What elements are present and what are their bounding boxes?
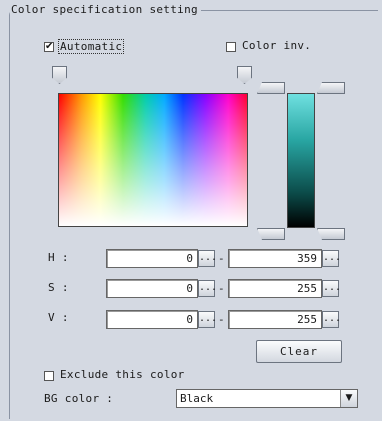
v-label: V : xyxy=(48,311,69,324)
value-bar[interactable] xyxy=(287,93,315,228)
v-max-field[interactable]: 255 xyxy=(228,310,322,329)
h-min-field[interactable]: 0 xyxy=(106,249,198,268)
bg-color-label: BG color : xyxy=(44,392,114,405)
v-min-browse-button[interactable]: ... xyxy=(198,311,217,328)
h-max-field[interactable]: 359 xyxy=(228,249,322,268)
v-max-browse-button[interactable]: ... xyxy=(322,311,341,328)
automatic-label[interactable]: Automatic xyxy=(58,39,125,54)
bg-color-value: Black xyxy=(180,392,214,405)
color-inv-label[interactable]: Color inv. xyxy=(242,39,311,52)
h-range-dash: - xyxy=(218,252,225,265)
h-label: H : xyxy=(48,251,69,264)
hue-saturation-picker[interactable] xyxy=(58,93,248,227)
automatic-checkbox[interactable]: ✔ xyxy=(44,42,54,52)
exclude-color-checkbox[interactable] xyxy=(44,371,54,381)
s-label: S : xyxy=(48,281,69,294)
chevron-down-icon[interactable]: ▼ xyxy=(340,390,357,407)
bg-color-select[interactable]: Black ▼ xyxy=(176,389,358,408)
v-min-field[interactable]: 0 xyxy=(106,310,198,329)
s-min-field[interactable]: 0 xyxy=(106,279,198,298)
color-inv-checkbox[interactable] xyxy=(226,42,236,52)
s-max-browse-button[interactable]: ... xyxy=(322,280,341,297)
s-range-dash: - xyxy=(218,282,225,295)
s-max-field[interactable]: 255 xyxy=(228,279,322,298)
s-min-browse-button[interactable]: ... xyxy=(198,280,217,297)
exclude-color-label[interactable]: Exclude this color xyxy=(60,368,185,381)
clear-button[interactable]: Clear xyxy=(256,340,342,363)
h-max-browse-button[interactable]: ... xyxy=(322,250,341,267)
group-title: Color specification setting xyxy=(10,3,201,16)
h-min-browse-button[interactable]: ... xyxy=(198,250,217,267)
v-range-dash: - xyxy=(218,313,225,326)
